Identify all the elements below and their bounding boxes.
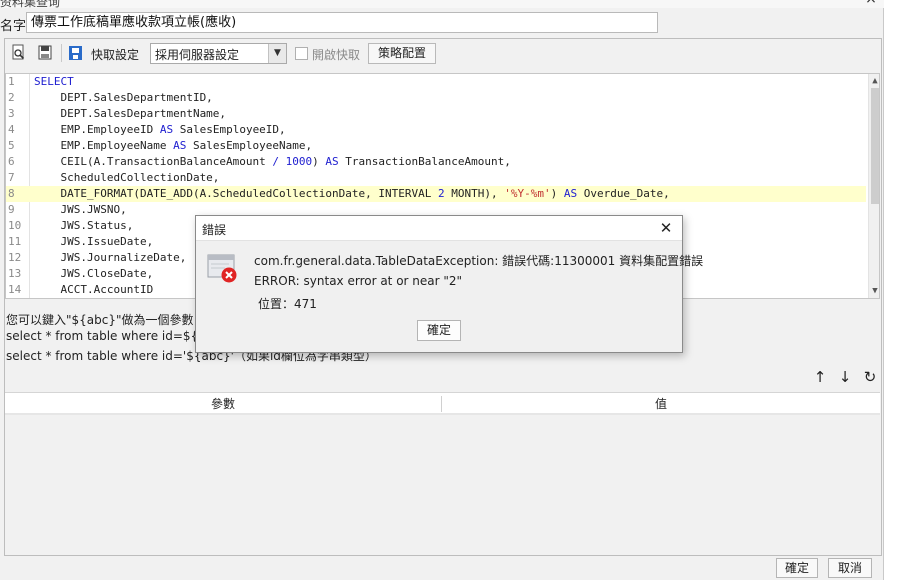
- param-hint-line1: 您可以鍵入"${abc}"做為一個參數，: [6, 313, 206, 327]
- line-number: 12: [8, 251, 22, 264]
- value-column-header: 值: [654, 397, 667, 411]
- error-icon: [207, 254, 237, 283]
- editor-scrollbar[interactable]: ▲ ▼: [868, 74, 879, 298]
- line-number: 13: [8, 267, 22, 280]
- save-icon[interactable]: [37, 44, 53, 62]
- dialog-title: 资料集查询: [0, 0, 61, 9]
- error-dialog: 錯誤 ✕ com.fr.general.data.TableDataExcept…: [195, 215, 703, 353]
- line-number: 7: [8, 171, 15, 184]
- code-line[interactable]: 7 ScheduledCollectionDate,: [6, 170, 866, 186]
- code-line[interactable]: 4 EMP.EmployeeID AS SalesEmployeeID,: [6, 122, 866, 138]
- parameter-table: 參數 值: [5, 392, 880, 554]
- toolbar-separator: [61, 44, 62, 62]
- code-text: EMP.EmployeeName AS SalesEmployeeName,: [34, 139, 313, 152]
- code-text: SELECT: [34, 75, 74, 88]
- scroll-down-icon[interactable]: ▼: [869, 284, 879, 298]
- code-text: JWS.Status,: [34, 219, 134, 232]
- strategy-config-button[interactable]: 策略配置: [368, 43, 436, 64]
- code-line[interactable]: 6 CEIL(A.TransactionBalanceAmount / 1000…: [6, 154, 866, 170]
- fetch-setting-select[interactable]: 採用伺服器設定 ▼: [150, 43, 287, 64]
- scroll-up-icon[interactable]: ▲: [869, 74, 879, 88]
- code-text: ScheduledCollectionDate,: [34, 171, 220, 184]
- arrow-down-icon[interactable]: ↓: [837, 369, 853, 385]
- error-dialog-titlebar: 錯誤 ✕: [196, 216, 682, 241]
- dialog-titlebar: 资料集查询: [0, 0, 884, 9]
- code-text: EMP.EmployeeID AS SalesEmployeeID,: [34, 123, 286, 136]
- ok-button[interactable]: 確定: [776, 558, 818, 578]
- code-line[interactable]: 8 DATE_FORMAT(DATE_ADD(A.ScheduledCollec…: [6, 186, 866, 202]
- code-text: DATE_FORMAT(DATE_ADD(A.ScheduledCollecti…: [34, 187, 670, 200]
- code-text: DEPT.SalesDepartmentID,: [34, 91, 213, 104]
- close-icon[interactable]: ✕: [656, 219, 676, 238]
- chevron-down-icon[interactable]: ▼: [268, 44, 286, 63]
- screen: 资料集查询 × 名字: 傳票工作底稿單應收款項立帳(應收): [0, 0, 908, 580]
- code-text: JWS.JournalizeDate,: [34, 251, 187, 264]
- code-text: DEPT.SalesDepartmentName,: [34, 107, 227, 120]
- line-number: 14: [8, 283, 22, 296]
- code-line[interactable]: 2 DEPT.SalesDepartmentID,: [6, 90, 866, 106]
- line-number: 11: [8, 235, 22, 248]
- error-detail: ERROR: syntax error at or near "2": [254, 274, 463, 288]
- scrollbar-thumb[interactable]: [871, 88, 879, 204]
- code-text: JWS.CloseDate,: [34, 267, 154, 280]
- code-line[interactable]: 5 EMP.EmployeeName AS SalesEmployeeName,: [6, 138, 866, 154]
- line-number: 1: [8, 75, 15, 88]
- line-number: 6: [8, 155, 15, 168]
- parameter-table-header: 參數 值: [5, 393, 880, 415]
- line-number: 3: [8, 107, 15, 120]
- editor-toolbar: 快取設定 採用伺服器設定 ▼ 開啟快取 策略配置: [5, 41, 881, 67]
- line-number: 8: [8, 187, 15, 200]
- enable-cache-checkbox[interactable]: [295, 47, 308, 60]
- error-ok-button[interactable]: 確定: [417, 320, 461, 341]
- error-message: com.fr.general.data.TableDataException: …: [254, 254, 704, 268]
- refresh-icon[interactable]: ↻: [862, 369, 878, 385]
- enable-cache-label: 開啟快取: [312, 48, 361, 62]
- background-window-edge: [884, 0, 908, 580]
- error-position: 位置：471: [258, 297, 317, 311]
- line-number: 9: [8, 203, 15, 216]
- close-icon[interactable]: ×: [858, 0, 884, 7]
- code-text: JWS.JWSNO,: [34, 203, 127, 216]
- code-text: CEIL(A.TransactionBalanceAmount / 1000) …: [34, 155, 511, 168]
- line-number: 10: [8, 219, 22, 232]
- fetch-setting-value: 採用伺服器設定: [155, 48, 240, 62]
- error-dialog-title: 錯誤: [202, 223, 227, 237]
- code-line[interactable]: 3 DEPT.SalesDepartmentName,: [6, 106, 866, 122]
- fetch-setting-label: 快取設定: [91, 48, 140, 62]
- code-line[interactable]: 1 SELECT: [6, 74, 866, 90]
- preview-icon[interactable]: [11, 44, 27, 62]
- code-text: JWS.IssueDate,: [34, 235, 154, 248]
- line-number: 5: [8, 139, 15, 152]
- code-text: ACCT.AccountID: [34, 283, 154, 296]
- line-number: 2: [8, 91, 15, 104]
- cache-setting-icon: [69, 46, 82, 60]
- param-column-header: 參數: [210, 397, 235, 411]
- line-number: 4: [8, 123, 15, 136]
- cancel-button[interactable]: 取消: [828, 558, 872, 578]
- arrow-up-icon[interactable]: ↑: [812, 369, 828, 385]
- name-input[interactable]: 傳票工作底稿單應收款項立帳(應收): [26, 12, 658, 33]
